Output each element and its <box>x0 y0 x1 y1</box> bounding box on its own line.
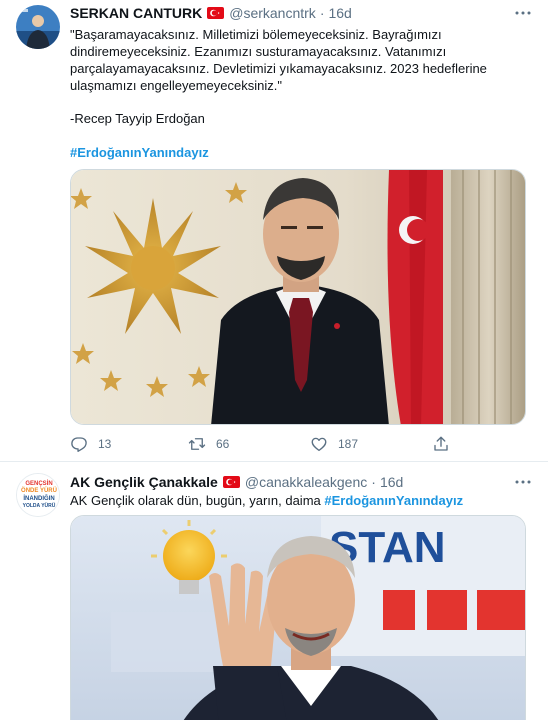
tweet-text-line: parçalayamayacaksınız. Devletimizi yıkam… <box>70 61 487 76</box>
hashtag-link[interactable]: #ErdoğanınYanındayız <box>324 493 463 508</box>
turkish-flag-icon <box>207 7 225 19</box>
reply-icon <box>71 437 87 452</box>
tweet-photo[interactable]: STAN <box>70 515 526 720</box>
share-icon <box>434 436 448 451</box>
tweet[interactable]: SERKAN CANTURK @serkancntrk · 16d "Başar… <box>0 0 548 462</box>
signature-text: -Recep Tayyip Erdoğan <box>70 111 205 126</box>
tweet-signature: -Recep Tayyip Erdoğan <box>70 110 510 127</box>
separator-dot: · <box>371 474 376 490</box>
tweet-hashtag-row: #ErdoğanınYanındayız <box>70 144 510 161</box>
author-name[interactable]: SERKAN CANTURK <box>70 5 202 21</box>
avatar-text: GENÇSİN <box>25 480 52 487</box>
retweet-icon <box>188 438 206 450</box>
like-icon <box>311 437 327 452</box>
avatar-text: İNANDIĞIN <box>23 494 54 502</box>
tweet-text: "Başaramayacaksınız. Milletimizi bölemey… <box>70 26 510 94</box>
tweet-timestamp[interactable]: 16d <box>380 474 403 490</box>
avatar[interactable] <box>16 5 60 49</box>
separator-dot: · <box>319 5 325 21</box>
tweet-header: SERKAN CANTURK @serkancntrk · 16d <box>70 3 532 23</box>
tweet-text-body: AK Gençlik olarak dün, bugün, yarın, dai… <box>70 493 325 508</box>
author-handle[interactable]: @canakkaleakgenc <box>245 474 367 490</box>
author-handle[interactable]: @serkancntrk <box>229 5 316 21</box>
avatar-text: ÖNDE YÜRÜ <box>21 487 57 494</box>
tweet-text-line: "Başaramayacaksınız. Milletimizi bölemey… <box>70 27 442 42</box>
more-icon[interactable] <box>514 472 532 492</box>
tweet-header: AK Gençlik Çanakkale @canakkaleakgenc · … <box>70 472 532 492</box>
tweet-text-line: dindiremeyeceksiniz. Ezanımızı susturama… <box>70 44 447 59</box>
tweet[interactable]: GENÇSİN ÖNDE YÜRÜ İNANDIĞIN YOLDA YÜRÜ A… <box>0 462 548 720</box>
reply-button[interactable]: 13 <box>70 434 111 454</box>
author-name[interactable]: AK Gençlik Çanakkale <box>70 474 218 490</box>
hashtag-link[interactable]: #ErdoğanınYanındayız <box>70 145 209 160</box>
avatar-text: YOLDA YÜRÜ <box>23 502 56 509</box>
retweet-count: 66 <box>216 437 230 451</box>
more-icon[interactable] <box>514 3 532 23</box>
tweet-actions: 13 66 187 <box>70 434 510 454</box>
like-count: 187 <box>338 437 359 451</box>
tweet-text: AK Gençlik olarak dün, bugün, yarın, dai… <box>70 492 510 509</box>
turkish-flag-icon <box>222 476 240 488</box>
avatar[interactable]: GENÇSİN ÖNDE YÜRÜ İNANDIĞIN YOLDA YÜRÜ <box>16 473 60 517</box>
share-button[interactable] <box>432 434 460 454</box>
reply-count: 13 <box>98 437 112 451</box>
tweet-photo[interactable] <box>70 169 526 425</box>
like-button[interactable]: 187 <box>310 434 358 454</box>
tweet-timestamp[interactable]: 16d <box>328 5 351 21</box>
retweet-button[interactable]: 66 <box>188 434 229 454</box>
tweet-text-line: ulaşmamızı engelleyemeyeceksiniz." <box>70 78 282 93</box>
